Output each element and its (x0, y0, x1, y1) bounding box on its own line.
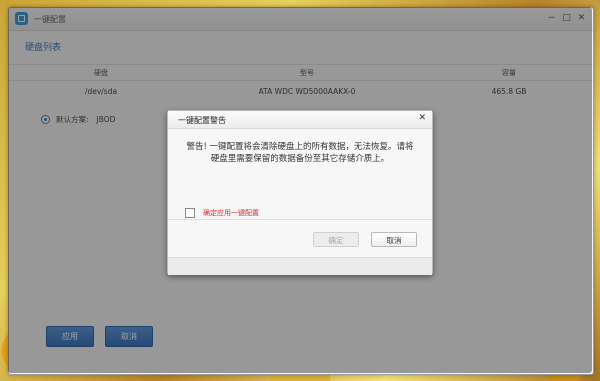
dialog-body: 警告! 一键配置将会清除硬盘上的所有数据，无法恢复。请将硬盘里需要保留的数据备份… (168, 129, 432, 218)
dialog-bottom-strip (168, 257, 432, 275)
dialog-titlebar: 一键配置警告 ✕ (168, 111, 432, 129)
confirm-checkbox-label[interactable]: 确定应用一键配置 (203, 208, 259, 218)
confirm-checkbox-row[interactable]: 确定应用一键配置 (185, 208, 259, 218)
warning-message: 警告! 一键配置将会清除硬盘上的所有数据，无法恢复。请将硬盘里需要保留的数据备份… (186, 142, 414, 164)
warning-dialog: 一键配置警告 ✕ 警告! 一键配置将会清除硬盘上的所有数据，无法恢复。请将硬盘里… (167, 110, 433, 275)
dialog-footer: 确定 取消 (168, 219, 432, 258)
dialog-title: 一键配置警告 (178, 116, 226, 125)
dialog-cancel-button[interactable]: 取消 (371, 232, 417, 247)
confirm-checkbox[interactable] (185, 208, 195, 218)
close-icon[interactable]: ✕ (418, 113, 426, 123)
confirm-button[interactable]: 确定 (313, 232, 359, 247)
